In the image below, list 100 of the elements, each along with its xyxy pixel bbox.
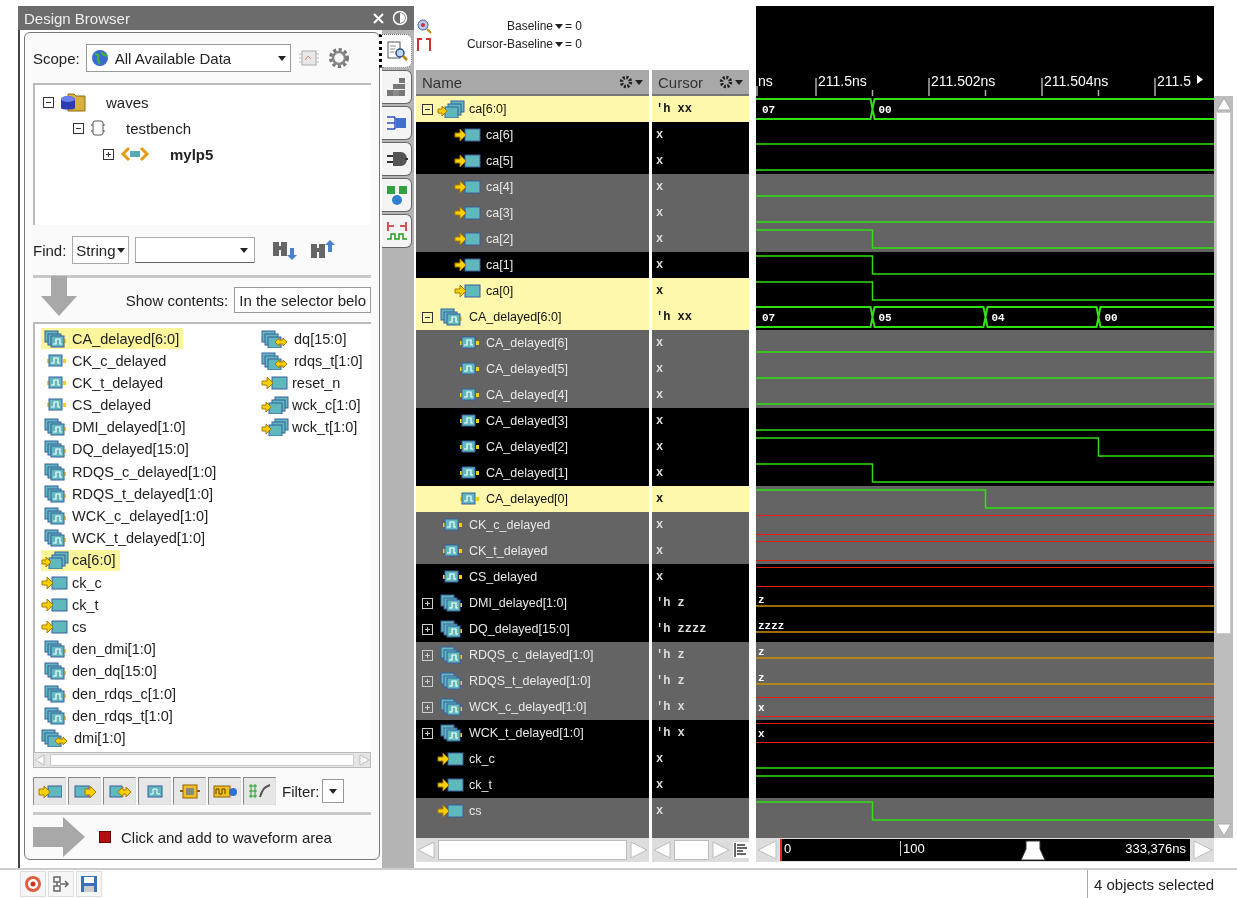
- filter-dropdown[interactable]: [321, 779, 344, 803]
- signal-row[interactable]: WCK_t_delayed[1:0]: [416, 720, 649, 746]
- signal-list-item[interactable]: RDQS_c_delayed[1:0]: [41, 461, 221, 483]
- signal-list-item[interactable]: reset_n: [261, 372, 345, 394]
- collapse-icon[interactable]: [73, 122, 84, 134]
- hierarchy-link-icon[interactable]: [48, 871, 74, 897]
- signal-list-item[interactable]: DQ_delayed[15:0]: [41, 438, 193, 460]
- signal-bus-icon: [41, 462, 69, 481]
- filter-toggle[interactable]: [103, 777, 136, 805]
- filter-toggle[interactable]: [138, 777, 171, 805]
- filter-toggle[interactable]: [173, 777, 206, 805]
- scope-dropdown[interactable]: All Available Data: [85, 44, 291, 72]
- signal-row[interactable]: CA_delayed[1]: [416, 460, 649, 486]
- side-tab[interactable]: [382, 142, 412, 176]
- close-button[interactable]: [373, 12, 384, 24]
- signal-bus-icon: [41, 684, 69, 703]
- wave-value: x: [758, 728, 765, 740]
- signal-row[interactable]: ca[0]: [416, 278, 649, 304]
- signal-list-item[interactable]: rdqs_t[1:0]: [261, 350, 367, 372]
- signal-row[interactable]: DQ_delayed[15:0]: [416, 616, 649, 642]
- input-port-icon: [454, 152, 482, 170]
- undock-button[interactable]: [392, 10, 408, 26]
- save-icon[interactable]: [76, 871, 102, 897]
- baseline-icon[interactable]: [416, 18, 432, 34]
- settings-icon[interactable]: [326, 46, 351, 70]
- timeline-bar[interactable]: 0 100 333,376ns: [780, 839, 1190, 861]
- signal-list-item[interactable]: dmi[1:0]: [41, 727, 130, 749]
- signal-list-item[interactable]: den_dq[15:0]: [41, 660, 161, 682]
- filter-toggle[interactable]: [243, 777, 276, 805]
- side-tab[interactable]: [379, 34, 412, 68]
- show-contents-field[interactable]: In the selector belo: [234, 287, 371, 313]
- filter-toggle[interactable]: [68, 777, 101, 805]
- signal-list-item[interactable]: ca[6:0]: [41, 549, 120, 571]
- signal-row[interactable]: ca[6:0]: [416, 96, 649, 122]
- inout-port-icon: [107, 783, 132, 799]
- signal-list-item[interactable]: wck_t[1:0]: [261, 416, 362, 438]
- signal-row[interactable]: ck_t: [416, 772, 649, 798]
- signal-row[interactable]: CA_delayed[2]: [416, 434, 649, 460]
- signal-row[interactable]: CA_delayed[6:0]: [416, 304, 649, 330]
- signal-list-item[interactable]: den_rdqs_t[1:0]: [41, 705, 177, 727]
- cursor-value: 'h xx: [652, 304, 749, 330]
- filter-toggle[interactable]: [208, 777, 241, 805]
- name-column-header[interactable]: Name: [416, 70, 649, 96]
- signal-list-item[interactable]: WCK_c_delayed[1:0]: [41, 505, 213, 527]
- search-type-dropdown[interactable]: String: [72, 236, 129, 264]
- signal-row[interactable]: CS_delayed: [416, 564, 649, 590]
- collapse-icon[interactable]: [422, 103, 433, 115]
- caret-icon: [328, 788, 337, 794]
- ruler-right-arrow-icon[interactable]: [1197, 75, 1203, 84]
- collapse-icon[interactable]: [43, 96, 54, 108]
- signal-list-item[interactable]: den_rdqs_c[1:0]: [41, 683, 180, 704]
- signal-row[interactable]: CA_delayed[3]: [416, 408, 649, 434]
- signal-row[interactable]: ca[5]: [416, 148, 649, 174]
- input-port-icon: [454, 178, 482, 196]
- signal-row[interactable]: DMI_delayed[1:0]: [416, 590, 649, 616]
- tree-item[interactable]: waves: [106, 93, 149, 111]
- globe-icon: [90, 49, 109, 67]
- input-bus-icon: [437, 100, 465, 118]
- signal-row[interactable]: ca[6]: [416, 122, 649, 148]
- signal-list-item[interactable]: CA_delayed[6:0]: [41, 328, 184, 349]
- signal-list-item[interactable]: dq[15:0]: [261, 328, 351, 349]
- signal-list-item[interactable]: ck_c: [41, 572, 106, 594]
- gear-icon[interactable]: [719, 75, 733, 89]
- signal-list-item[interactable]: cs: [41, 616, 91, 638]
- expand-icon[interactable]: [103, 148, 114, 160]
- input-port-icon: [437, 776, 465, 794]
- signal-list-item[interactable]: den_dmi[1:0]: [41, 638, 160, 660]
- horizontal-scrollbar[interactable]: [652, 838, 749, 862]
- cursor-baseline-value: = 0: [565, 37, 582, 51]
- cursor-baseline-label[interactable]: Cursor-Baseline: [438, 37, 553, 51]
- input-bus-icon: [261, 418, 289, 437]
- signal-row[interactable]: ca[1]: [416, 252, 649, 278]
- signal-bus-icon: [437, 724, 465, 742]
- signal-list-item[interactable]: wck_c[1:0]: [261, 394, 365, 416]
- baseline-label[interactable]: Baseline: [438, 19, 553, 33]
- signal-list-item[interactable]: CK_t_delayed: [41, 372, 168, 394]
- bus-value: 00: [1104, 312, 1118, 324]
- search-field[interactable]: [134, 237, 255, 263]
- signal-list-item[interactable]: WCK_t_delayed[1:0]: [41, 527, 209, 549]
- signal-bus-icon: [41, 706, 69, 725]
- signal-list-item[interactable]: CK_c_delayed: [41, 350, 171, 372]
- cursor-delta-icon[interactable]: [416, 36, 432, 52]
- tree-item[interactable]: mylp5: [170, 145, 214, 163]
- align-icon[interactable]: [733, 842, 749, 858]
- filter-toggle[interactable]: [33, 777, 66, 805]
- signal-list-item[interactable]: CS_delayed: [41, 394, 155, 416]
- collapse-icon[interactable]: [422, 311, 433, 323]
- signal-row[interactable]: ck_c: [416, 746, 649, 772]
- signal-row[interactable]: CA_delayed[0]: [416, 486, 649, 512]
- input-port-icon: [41, 573, 69, 592]
- signal-list-item[interactable]: RDQS_t_delayed[1:0]: [41, 483, 218, 505]
- signal-list-item[interactable]: DMI_delayed[1:0]: [41, 416, 190, 438]
- cursor-column-header[interactable]: Cursor: [652, 70, 749, 96]
- signal-list-item[interactable]: ck_t: [41, 594, 103, 616]
- add-marker-icon: [99, 831, 111, 843]
- target-icon[interactable]: [20, 871, 46, 897]
- vertical-scrollbar[interactable]: [1214, 96, 1233, 838]
- tree-item[interactable]: testbench: [126, 119, 192, 137]
- gear-icon[interactable]: [619, 75, 633, 89]
- caret-icon: [555, 41, 563, 47]
